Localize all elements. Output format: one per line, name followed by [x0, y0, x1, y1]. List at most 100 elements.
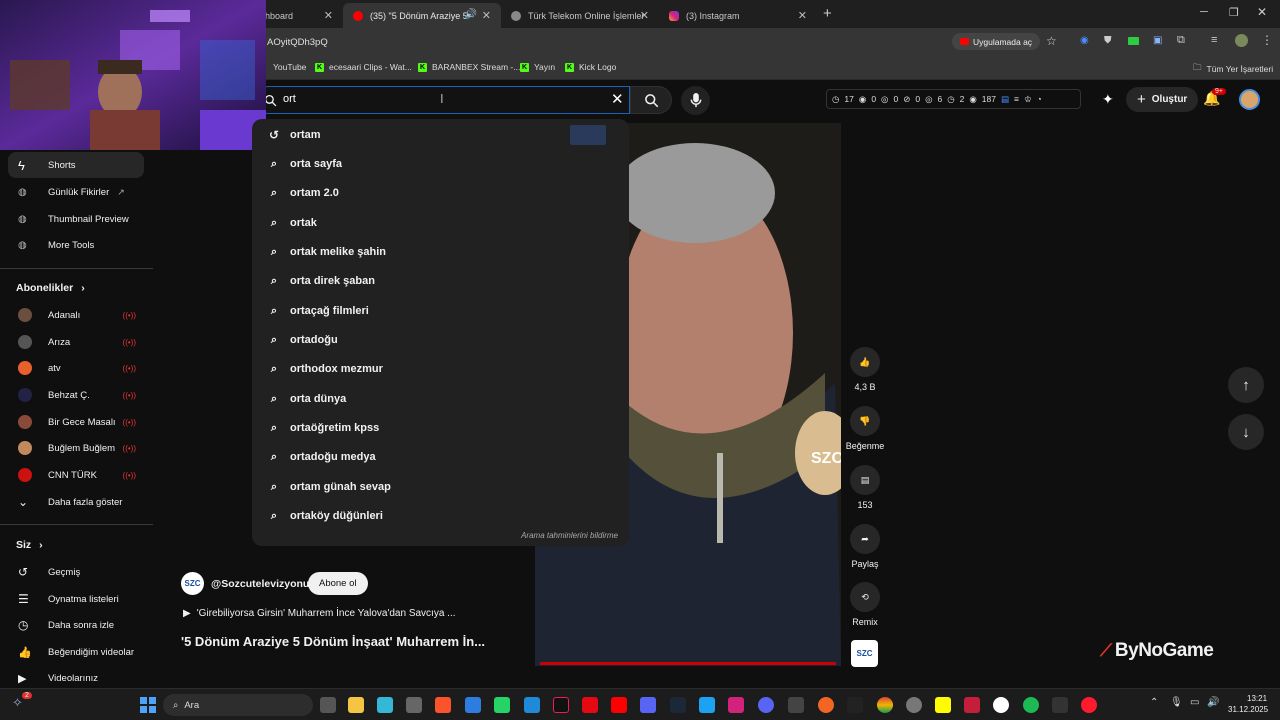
app-icon[interactable]: [906, 697, 922, 713]
youtube-icon[interactable]: [611, 697, 627, 713]
game-icon[interactable]: [964, 697, 980, 713]
bookmark-baranbex[interactable]: K BARANBEX Stream -...: [418, 62, 520, 72]
sidebar-sub-cnn-turk[interactable]: CNN TÜRK ((•)): [8, 462, 144, 488]
copilot-icon[interactable]: [377, 697, 393, 713]
steam-icon[interactable]: [670, 697, 686, 713]
instagram-icon[interactable]: [728, 697, 744, 713]
you-heading[interactable]: Siz ›: [16, 539, 43, 551]
store-icon[interactable]: [465, 697, 481, 713]
sidebar-sub-atv[interactable]: atv ((•)): [8, 355, 144, 381]
sidebar-sub-ariza[interactable]: Arıza ((•)): [8, 329, 144, 355]
previous-video-button[interactable]: ↑: [1228, 367, 1264, 403]
tab-instagram[interactable]: (3) Instagram ✕: [659, 3, 817, 28]
sidebar-item-more-tools[interactable]: ◍ More Tools: [8, 232, 144, 258]
tab-turk-telekom[interactable]: Türk Telekom Online İşlemler ✕: [501, 3, 659, 28]
voice-search-button[interactable]: [681, 86, 710, 115]
suggestion-item[interactable]: ⌕ orta dünya: [266, 389, 346, 409]
tab-close-icon[interactable]: ✕: [324, 9, 333, 22]
suggestion-item[interactable]: ⌕ ortadoğu medya: [266, 447, 376, 467]
suggestion-item[interactable]: ⌕ ortak: [266, 213, 317, 233]
opera-icon[interactable]: [1081, 697, 1097, 713]
comments-button[interactable]: ▤ 153: [845, 465, 885, 510]
search-input[interactable]: ort: [283, 93, 296, 105]
display-icon[interactable]: ▭: [1190, 697, 1199, 708]
tab-youtube-video[interactable]: (35) "5 Dönüm Araziye 5 Dö 🔊 ✕: [343, 3, 501, 28]
sidebar-sub-buglem[interactable]: Buğlem Buğlem ((•)): [8, 435, 144, 461]
minimize-button[interactable]: ─: [1200, 6, 1208, 18]
share-button[interactable]: ➦ Paylaş: [845, 524, 885, 569]
show-more-button[interactable]: ⌄ Daha fazla göster: [8, 489, 144, 515]
sidebar-sub-bir-gece-masali[interactable]: Bir Gece Masalı ((•)): [8, 409, 144, 435]
bookmark-kick-logo[interactable]: K Kick Logo: [565, 62, 616, 72]
new-tab-button[interactable]: +: [823, 5, 832, 22]
bookmark-ecesaari[interactable]: Kecesaari Clips - Wat...: [315, 62, 412, 72]
settings-icon[interactable]: [406, 697, 422, 713]
taskbar-search[interactable]: ⌕ Ara: [163, 694, 313, 716]
epic-games-icon[interactable]: [847, 697, 863, 713]
menu-dots-icon[interactable]: ⋮: [1261, 33, 1273, 47]
chevron-up-icon[interactable]: ⌃: [1150, 697, 1158, 708]
suggestion-item[interactable]: ⌕ orta direk şaban: [266, 271, 375, 291]
widget-icon[interactable]: ✧: [12, 695, 23, 711]
file-explorer-icon[interactable]: [348, 697, 364, 713]
bookmark-yayin[interactable]: K Yayın: [520, 62, 555, 72]
speed-icon[interactable]: [788, 697, 804, 713]
address-bar[interactable]: AOyitQDh3pQ: [267, 37, 328, 48]
dislike-button[interactable]: 👎 Beğenme: [840, 406, 890, 451]
extension-icon[interactable]: ◉: [1080, 35, 1089, 46]
channel-name[interactable]: @Sozcutelevizyonu: [211, 578, 309, 590]
remix-button[interactable]: ⟲ Remix: [845, 582, 885, 627]
close-window-button[interactable]: ✕: [1257, 5, 1267, 19]
suggestion-item[interactable]: ⌕ orta sayfa: [266, 154, 342, 174]
bookmark-youtube[interactable]: YouTube: [273, 62, 306, 72]
extension-p-icon[interactable]: ▣: [1153, 35, 1162, 46]
suggestion-item[interactable]: ⌕ orthodox mezmur: [266, 359, 383, 379]
create-button[interactable]: + Oluştur: [1126, 87, 1199, 112]
app-icon[interactable]: [1052, 697, 1068, 713]
volume-icon[interactable]: 🔊: [1207, 697, 1219, 708]
sidebar-sub-adanali[interactable]: Adanalı ((•)): [8, 302, 144, 328]
suggestion-item[interactable]: ⌕ ortam günah sevap: [266, 477, 391, 497]
netflix-icon[interactable]: [582, 697, 598, 713]
gift-icon[interactable]: ✦: [1102, 91, 1114, 108]
sidebar-item-liked-videos[interactable]: 👍 Beğendiğim videolar: [8, 639, 144, 665]
sidebar-item-gunluk-fikirler[interactable]: ◍ Günlük Fikirler ↗: [8, 179, 144, 205]
suggestion-item[interactable]: ⌕ ortam 2.0: [266, 183, 339, 203]
whatsapp-icon[interactable]: [494, 697, 510, 713]
channel-avatar[interactable]: SZC: [181, 572, 204, 595]
clock-date[interactable]: 31.12.2025: [1228, 705, 1268, 714]
shield-icon[interactable]: ⛊: [1104, 35, 1112, 46]
twitter-icon[interactable]: [699, 697, 715, 713]
clock-time[interactable]: 13:21: [1247, 694, 1267, 703]
restore-button[interactable]: ❐: [1229, 6, 1239, 19]
extension-stats-bar[interactable]: ◷ 17 ◉ 0 ◎ 0 ⊘ 0 ◎ 6 ◷ 2 ◉ 187 ▤ ≡ ♔ ◔: [826, 89, 1081, 109]
search-button[interactable]: [630, 86, 672, 114]
sidebar-item-history[interactable]: ↺ Geçmiş: [8, 559, 144, 585]
audio-playing-icon[interactable]: 🔊: [465, 9, 477, 20]
subscriptions-heading[interactable]: Abonelikler ›: [16, 282, 85, 294]
report-predictions-link[interactable]: Arama tahminlerini bildirme: [521, 531, 618, 540]
brave-icon[interactable]: [435, 697, 451, 713]
video-progress-bar[interactable]: [540, 662, 836, 665]
spotify-icon[interactable]: [1023, 697, 1039, 713]
snapchat-icon[interactable]: [935, 697, 951, 713]
discord-alt-icon[interactable]: [758, 697, 774, 713]
suggestion-item[interactable]: ⌕ ortaçağ filmleri: [266, 301, 369, 321]
suggestion-item[interactable]: ⌕ ortadoğu: [266, 330, 338, 350]
subscribe-button[interactable]: Abone ol: [308, 572, 368, 595]
suggestion-item[interactable]: ⌕ ortaöğretim kpss: [266, 418, 379, 438]
extension-green-icon[interactable]: [1128, 37, 1139, 45]
tab-close-icon[interactable]: ✕: [482, 9, 491, 22]
windows-start-icon[interactable]: [140, 697, 156, 713]
next-video-button[interactable]: ↓: [1228, 414, 1264, 450]
sound-channel-thumb[interactable]: SZC: [851, 640, 878, 667]
playlist-link[interactable]: ▶ 'Girebiliyorsa Girsin' Muharrem İnce Y…: [183, 608, 456, 619]
suggestion-item[interactable]: ⌕ ortaköy düğünleri: [266, 506, 383, 526]
browser-icon[interactable]: [818, 697, 834, 713]
suggestion-item[interactable]: ↺ ortam: [266, 125, 616, 145]
tab-close-icon[interactable]: ✕: [798, 9, 807, 22]
search-box[interactable]: ort I ✕: [255, 86, 630, 114]
open-in-app-button[interactable]: Uygulamada aç: [952, 33, 1041, 50]
all-bookmarks-button[interactable]: 🗀 Tüm Yer İşaretleri: [1193, 62, 1273, 76]
suggestion-item[interactable]: ⌕ ortak melike şahin: [266, 242, 386, 262]
